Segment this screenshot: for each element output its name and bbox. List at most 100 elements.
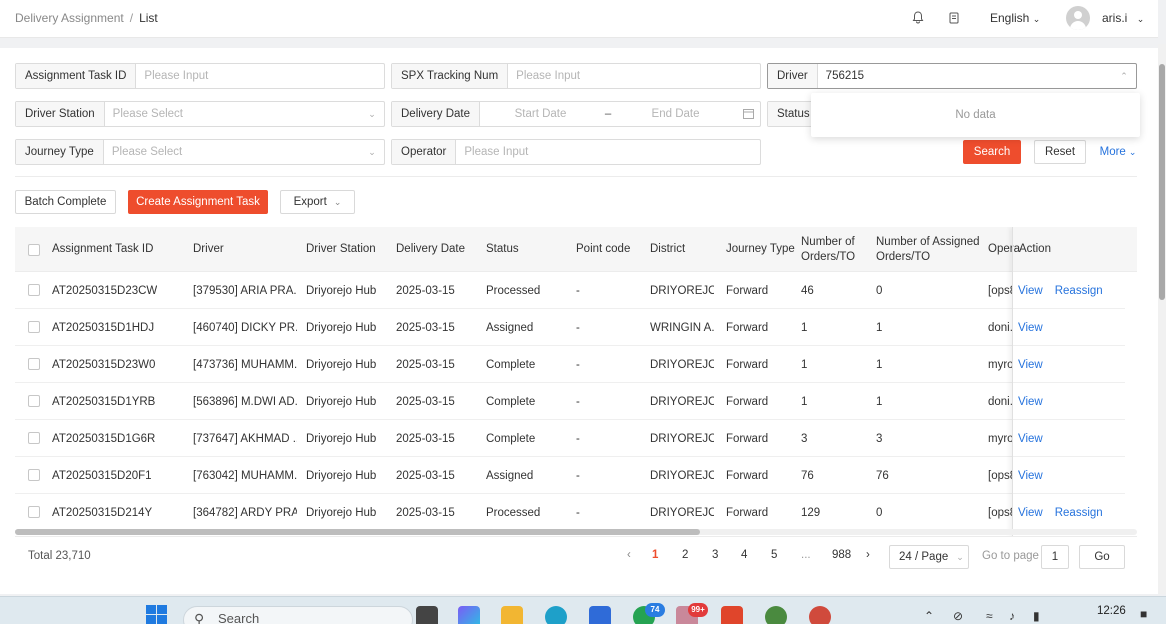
col-driver[interactable]: Driver — [193, 227, 224, 272]
col-number-of-orders[interactable]: Number of Orders/TO — [801, 227, 869, 272]
select-all-checkbox[interactable] — [28, 244, 40, 256]
date-range-picker[interactable]: Start Date – End Date — [480, 108, 736, 120]
chevron-up-icon[interactable]: ⌃ — [924, 609, 934, 623]
cell-delivery-date: 2025-03-15 — [396, 432, 455, 445]
col-driver-station[interactable]: Driver Station — [306, 227, 376, 272]
page-number[interactable]: 4 — [741, 549, 747, 561]
windows-start-icon[interactable] — [146, 605, 168, 624]
delivery-date-field[interactable]: Delivery Date Start Date – End Date — [391, 101, 761, 127]
driver-station-select[interactable]: Please Select — [105, 108, 360, 120]
cell-number-assigned: 0 — [876, 506, 883, 519]
cell-status: Processed — [486, 284, 541, 297]
cell-number-of-orders: 1 — [801, 321, 808, 334]
row-checkbox[interactable] — [28, 358, 40, 370]
reset-button[interactable]: Reset — [1034, 140, 1086, 164]
table-row[interactable]: AT20250315D214Y [364782] ARDY PRA... Driyo… — [15, 494, 1125, 531]
calendar-icon[interactable] — [736, 108, 760, 121]
goto-label: Go to page — [982, 550, 1039, 562]
cell-delivery-date: 2025-03-15 — [396, 321, 455, 334]
driver-field[interactable]: Driver 756215 ⌃ — [767, 63, 1137, 89]
volume-icon[interactable]: ♪ — [1009, 609, 1015, 623]
col-journey-type[interactable]: Journey Type — [726, 227, 795, 272]
next-page-icon[interactable]: › — [866, 549, 870, 561]
prev-page-icon[interactable]: ‹ — [627, 549, 631, 561]
spx-tracking-input[interactable]: Please Input — [508, 70, 760, 82]
cell-task-id: AT20250315D23CW — [52, 284, 158, 297]
journey-type-select[interactable]: Please Select — [104, 146, 360, 158]
chrome-profile-icon[interactable] — [809, 606, 831, 624]
wifi-icon[interactable]: ≈ — [986, 609, 993, 623]
col-delivery-date[interactable]: Delivery Date — [396, 227, 465, 272]
chevron-up-icon[interactable]: ⌃ — [1112, 71, 1136, 82]
user-menu[interactable]: aris.i ⌄ — [1102, 11, 1144, 25]
row-checkbox[interactable] — [28, 469, 40, 481]
notification-icon[interactable]: ■ — [1140, 607, 1147, 621]
horizontal-scroll-thumb[interactable] — [15, 529, 700, 535]
page-number[interactable]: 2 — [682, 549, 688, 561]
row-checkbox[interactable] — [28, 321, 40, 333]
breadcrumb-root[interactable]: Delivery Assignment — [15, 11, 124, 25]
driver-input[interactable]: 756215 — [818, 70, 1112, 82]
table-row[interactable]: AT20250315D23CW [379530] ARIA PRA... Driyo… — [15, 272, 1125, 309]
page-ellipsis[interactable]: ... — [801, 549, 811, 561]
vertical-scroll-thumb[interactable] — [1159, 64, 1165, 300]
edge-icon[interactable] — [545, 606, 567, 624]
cell-district: DRIYOREJO — [650, 358, 714, 371]
horizontal-scrollbar[interactable] — [15, 529, 1137, 535]
table-row[interactable]: AT20250315D20F1 [763042] MUHAMM... Driyore… — [15, 457, 1125, 494]
cell-point-code: - — [576, 358, 580, 371]
chrome-icon[interactable] — [765, 606, 787, 624]
goto-page-input[interactable]: 1 — [1041, 545, 1069, 569]
taskbar-search[interactable]: ⚲ Search — [183, 606, 413, 624]
battery-icon[interactable]: ▮ — [1033, 609, 1040, 623]
col-district[interactable]: District — [650, 227, 685, 272]
start-date-input[interactable]: Start Date — [480, 108, 601, 120]
driver-station-field[interactable]: Driver Station Please Select ⌄ — [15, 101, 385, 127]
cell-driver: [473736] MUHAMM... — [193, 358, 297, 371]
cell-task-id: AT20250315D1YRB — [52, 395, 156, 408]
journey-type-field[interactable]: Journey Type Please Select ⌄ — [15, 139, 385, 165]
cell-district: WRINGIN A... — [650, 321, 714, 334]
col-status[interactable]: Status — [486, 227, 519, 272]
row-checkbox[interactable] — [28, 284, 40, 296]
page-number[interactable]: 988 — [832, 549, 851, 561]
table-row[interactable]: AT20250315D1HDJ [460740] DICKY PR... Driyo… — [15, 309, 1125, 346]
table-row[interactable]: AT20250315D23W0 [473736] MUHAMM... Driyore… — [15, 346, 1125, 383]
col-task-id[interactable]: Assignment Task ID — [52, 227, 153, 272]
search-button[interactable]: Search — [963, 140, 1021, 164]
col-point-code[interactable]: Point code — [576, 227, 630, 272]
clipboard-icon[interactable] — [947, 11, 961, 25]
create-assignment-task-button[interactable]: Create Assignment Task — [128, 190, 268, 214]
file-explorer-icon[interactable] — [501, 606, 523, 624]
assignment-task-id-field[interactable]: Assignment Task ID Please Input — [15, 63, 385, 89]
spx-tracking-field[interactable]: SPX Tracking Num Please Input — [391, 63, 761, 89]
more-filters-button[interactable]: More ⌄ — [1098, 140, 1138, 164]
no-location-icon[interactable]: ⊘ — [953, 609, 963, 623]
page-number[interactable]: 5 — [771, 549, 777, 561]
table-row[interactable]: AT20250315D1G6R [737647] AKHMAD ... Driyor… — [15, 420, 1125, 457]
operator-input[interactable]: Please Input — [456, 146, 760, 158]
copilot-icon[interactable] — [458, 606, 480, 624]
store-icon[interactable] — [589, 606, 611, 624]
page-number[interactable]: 1 — [652, 549, 658, 561]
row-checkbox[interactable] — [28, 432, 40, 444]
avatar[interactable] — [1066, 6, 1090, 30]
vertical-scrollbar[interactable] — [1158, 44, 1166, 594]
language-selector[interactable]: English ⌄ — [990, 11, 1040, 25]
bell-icon[interactable] — [911, 11, 925, 25]
assignment-task-id-input[interactable]: Please Input — [136, 70, 384, 82]
operator-field[interactable]: Operator Please Input — [391, 139, 761, 165]
go-button[interactable]: Go — [1079, 545, 1125, 569]
page-size-select[interactable]: 24 / Page ⌄ — [889, 545, 969, 569]
col-number-assigned[interactable]: Number of Assigned Orders/TO — [876, 227, 986, 272]
table-row[interactable]: AT20250315D1YRB [563896] M.DWI AD... Driyo… — [15, 383, 1125, 420]
end-date-input[interactable]: End Date — [615, 108, 736, 120]
cell-journey-type: Forward — [726, 432, 769, 445]
batch-complete-button[interactable]: Batch Complete — [15, 190, 116, 214]
row-checkbox[interactable] — [28, 506, 40, 518]
task-view-icon[interactable] — [416, 606, 438, 624]
row-checkbox[interactable] — [28, 395, 40, 407]
export-button[interactable]: Export ⌄ — [280, 190, 355, 214]
brave-icon[interactable] — [721, 606, 743, 624]
page-number[interactable]: 3 — [712, 549, 718, 561]
